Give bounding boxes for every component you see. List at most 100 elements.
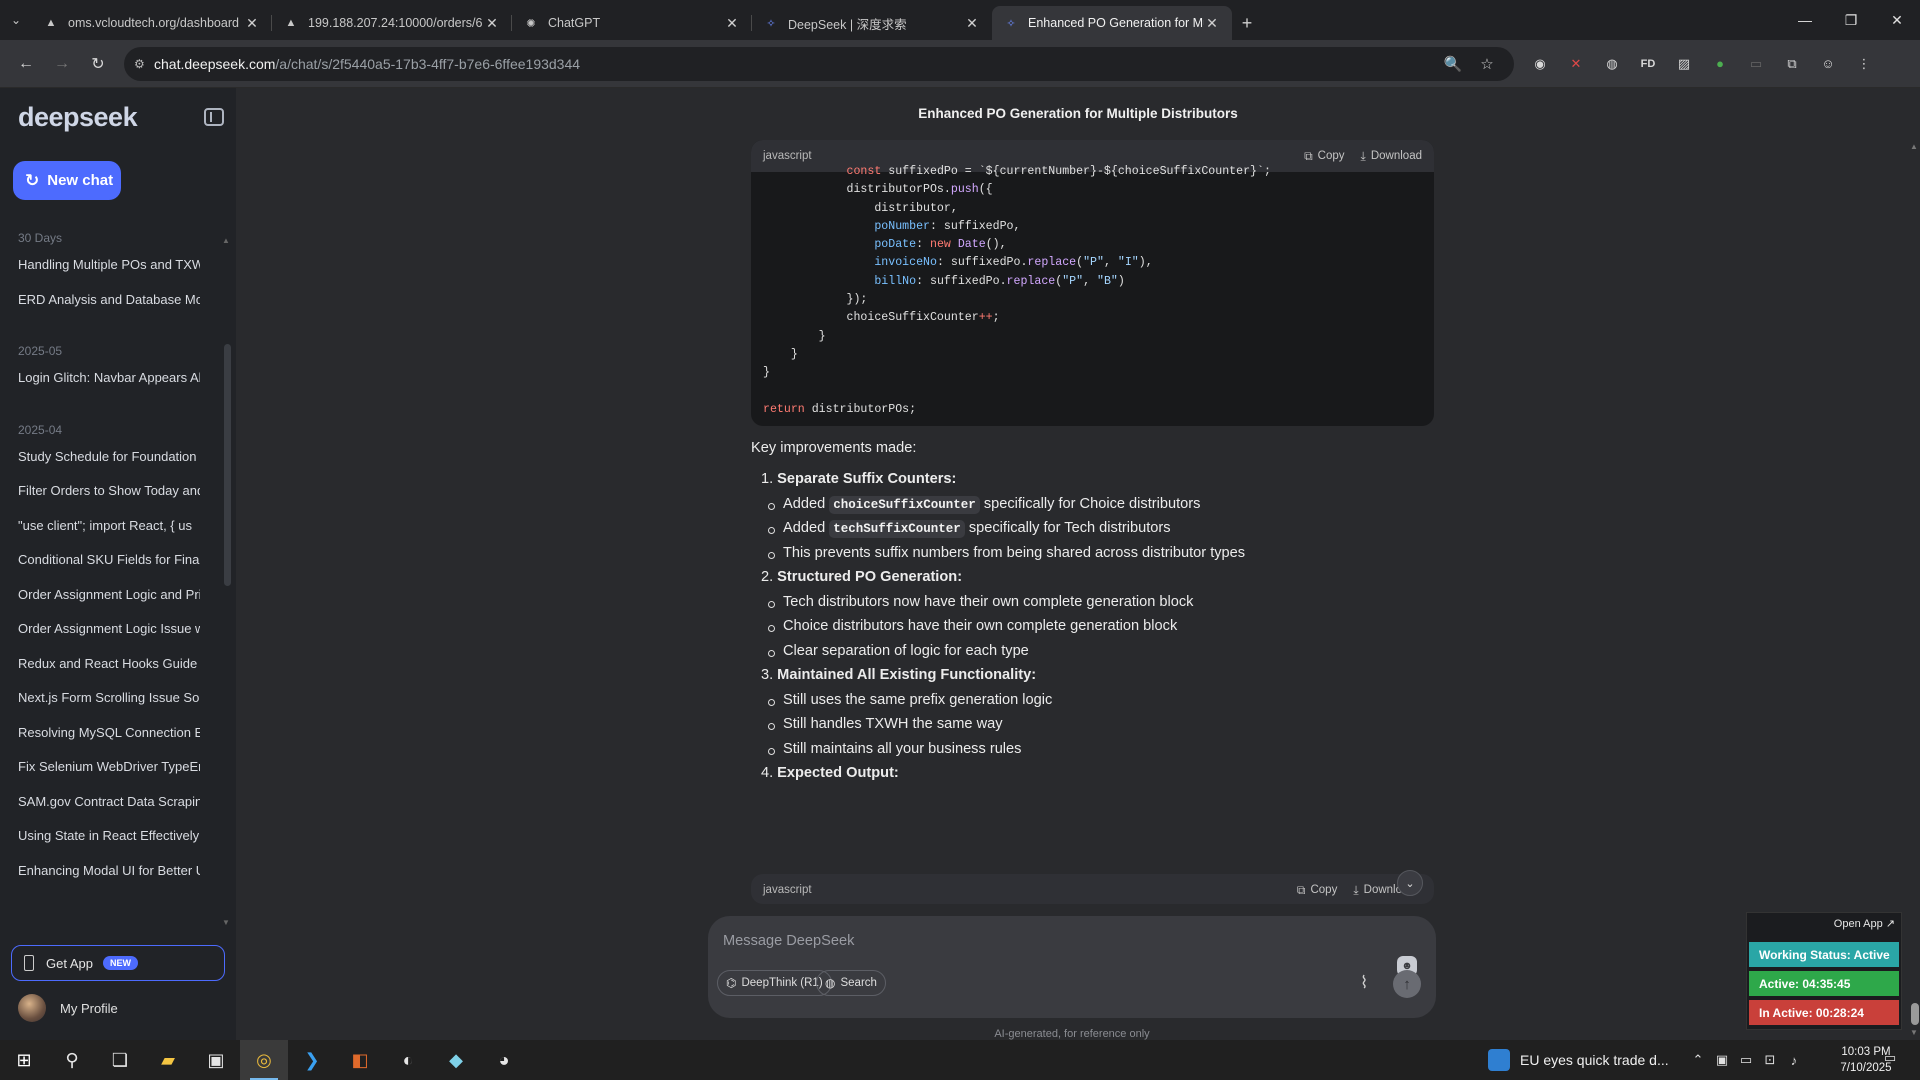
list-number: 2. xyxy=(761,569,774,585)
deepthink-label: DeepThink (R1) xyxy=(741,977,823,989)
news-headline: EU eyes quick trade d... xyxy=(1520,1052,1669,1068)
main-scrollbar-thumb[interactable] xyxy=(1911,1003,1919,1025)
app-helmet-icon[interactable]: ◕ xyxy=(480,1040,528,1080)
history-item[interactable]: SAM.gov Contract Data Scraping xyxy=(0,785,200,820)
message-input[interactable]: Message DeepSeek xyxy=(723,933,854,949)
back-icon[interactable]: ← xyxy=(8,46,44,82)
get-app-button[interactable]: Get App NEW xyxy=(11,945,225,981)
new-chat-button[interactable]: ↻ New chat xyxy=(13,161,121,200)
tab-close-icon[interactable]: ✕ xyxy=(244,15,260,32)
tray-chevron-icon[interactable]: ⌃ xyxy=(1686,1052,1710,1068)
download-code-button[interactable]: ⤓ Download xyxy=(1361,149,1422,164)
browser-tab[interactable]: ▲ 199.188.207.24:10000/orders/6 ✕ xyxy=(272,6,512,40)
search-toggle[interactable]: ◍ Search xyxy=(816,970,886,996)
extension-fd-icon[interactable]: FD xyxy=(1630,48,1666,80)
minimize-icon[interactable]: — xyxy=(1782,0,1828,40)
conversation-title: Enhanced PO Generation for Multiple Dist… xyxy=(918,106,1238,121)
app-leaf-icon[interactable]: ◐ xyxy=(384,1040,432,1080)
history-item[interactable]: Redux and React Hooks Guide w xyxy=(0,647,200,682)
list-bullet: Still maintains all your business rules xyxy=(767,741,1021,757)
sidebar-scrollbar[interactable] xyxy=(224,344,231,586)
history-item[interactable]: Next.js Form Scrolling Issue Solu xyxy=(0,681,200,716)
extensions-puzzle-icon[interactable]: ⧉ xyxy=(1774,48,1810,80)
app-diamond-icon[interactable]: ◆ xyxy=(432,1040,480,1080)
active-timer: Active: 04:35:45 xyxy=(1749,971,1899,996)
history-item[interactable]: Conditional SKU Fields for Finan xyxy=(0,543,200,578)
tray-battery-icon[interactable]: ▭ xyxy=(1734,1052,1758,1068)
news-widget[interactable]: EU eyes quick trade d... xyxy=(1488,1040,1669,1080)
history-item[interactable]: Study Schedule for Foundation U xyxy=(0,440,200,475)
attach-paperclip-icon[interactable]: ⌇ xyxy=(1360,973,1368,993)
history-item[interactable]: "use client"; import React, { us xyxy=(0,509,200,544)
list-bullet: Choice distributors have their own compl… xyxy=(767,618,1177,634)
history-item[interactable]: Order Assignment Logic and Pri xyxy=(0,578,200,613)
browser-menu-icon[interactable]: ⋮ xyxy=(1846,48,1882,80)
extension-screen-icon[interactable]: ▭ xyxy=(1738,48,1774,80)
main-scroll-down-icon[interactable]: ▼ xyxy=(1910,1028,1918,1037)
windows-start-icon[interactable]: ⊞ xyxy=(0,1040,48,1080)
browser-tab[interactable]: ✧ DeepSeek | 深度求索 ✕ xyxy=(752,6,992,40)
extension-eye-icon[interactable]: ◉ xyxy=(1522,48,1558,80)
zoom-app-icon[interactable]: ◧ xyxy=(336,1040,384,1080)
zoom-icon[interactable]: 🔍 xyxy=(1436,55,1470,73)
history-item[interactable]: ERD Analysis and Database Mod xyxy=(0,283,200,318)
sidebar-scroll-down-icon[interactable]: ▼ xyxy=(222,918,230,927)
tray-app-icon[interactable]: ▣ xyxy=(1710,1052,1734,1068)
browser-tab[interactable]: ✺ ChatGPT ✕ xyxy=(512,6,752,40)
history-group-label: 30 Days xyxy=(18,231,63,245)
sidebar-collapse-icon[interactable] xyxy=(204,108,224,126)
main-scroll-up-icon[interactable]: ▲ xyxy=(1910,142,1918,151)
scroll-to-bottom-button[interactable]: ⌄ xyxy=(1397,870,1423,896)
tab-close-icon[interactable]: ✕ xyxy=(1204,15,1220,32)
bookmark-star-icon[interactable]: ☆ xyxy=(1470,55,1504,73)
tray-network-icon[interactable]: ⊡ xyxy=(1758,1052,1782,1068)
browser-tab[interactable]: ▲ oms.vcloudtech.org/dashboard ✕ xyxy=(32,6,272,40)
tab-label: oms.vcloudtech.org/dashboard xyxy=(68,16,239,30)
store-icon[interactable]: ▣ xyxy=(192,1040,240,1080)
tray-volume-icon[interactable]: ♪ xyxy=(1782,1053,1806,1068)
tab-close-icon[interactable]: ✕ xyxy=(484,15,500,32)
extension-green-icon[interactable]: ● xyxy=(1702,48,1738,80)
reload-icon[interactable]: ↻ xyxy=(80,46,116,82)
history-item[interactable]: Using State in React Effectively xyxy=(0,819,200,854)
send-button[interactable]: ↑ xyxy=(1393,970,1421,998)
open-app-link[interactable]: Open App ↗ xyxy=(1834,917,1895,930)
extension-image-icon[interactable]: ▨ xyxy=(1666,48,1702,80)
history-item[interactable]: Handling Multiple POs and TXW xyxy=(0,248,200,283)
tab-close-icon[interactable]: ✕ xyxy=(964,15,980,32)
profile-avatar-icon[interactable]: ☺ xyxy=(1810,48,1846,80)
file-explorer-icon[interactable]: ▰ xyxy=(144,1040,192,1080)
new-tab-button[interactable]: + xyxy=(1232,6,1262,40)
chrome-icon[interactable]: ◎ xyxy=(240,1040,288,1080)
address-bar[interactable]: ⚙ chat.deepseek.com/a/chat/s/2f5440a5-17… xyxy=(124,46,1514,81)
history-item[interactable]: Order Assignment Logic Issue w xyxy=(0,612,200,647)
notification-icon[interactable]: ▭ xyxy=(1880,1050,1900,1070)
history-item[interactable]: Resolving MySQL Connection Er xyxy=(0,716,200,751)
my-profile-button[interactable]: My Profile xyxy=(18,994,118,1022)
download-code-button-2[interactable]: ⤓ Downlo xyxy=(1353,883,1402,898)
history-item[interactable]: Enhancing Modal UI for Better U xyxy=(0,854,200,889)
restore-icon[interactable]: ❐ xyxy=(1828,0,1874,40)
history-item[interactable]: Login Glitch: Navbar Appears Ab xyxy=(0,361,200,396)
task-view-icon[interactable]: ❏ xyxy=(96,1040,144,1080)
deepthink-toggle[interactable]: ⌬ DeepThink (R1) xyxy=(717,970,832,996)
vscode-icon[interactable]: ❯ xyxy=(288,1040,336,1080)
tab-list: ▲ oms.vcloudtech.org/dashboard ✕ ▲ 199.188.2… xyxy=(32,6,1232,40)
forward-icon[interactable]: → xyxy=(44,46,80,82)
tab-search-icon[interactable]: ⌄ xyxy=(0,0,32,40)
history-item[interactable]: Fix Selenium WebDriver TypeErr xyxy=(0,750,200,785)
browser-toolbar: ← → ↻ ⚙ chat.deepseek.com/a/chat/s/2f544… xyxy=(0,40,1920,88)
browser-tab[interactable]: ✧ Enhanced PO Generation for Mu ✕ xyxy=(992,6,1232,40)
list-item: 3. Maintained All Existing Functionality: xyxy=(761,667,1036,683)
download-icon: ⤓ xyxy=(1353,882,1359,897)
copy-code-button-2[interactable]: ⧉ Copy xyxy=(1297,883,1337,898)
search-icon[interactable]: ⚲ xyxy=(48,1040,96,1080)
history-item[interactable]: Filter Orders to Show Today and xyxy=(0,474,200,509)
site-info-icon[interactable]: ⚙ xyxy=(134,57,154,71)
close-window-icon[interactable]: ✕ xyxy=(1874,0,1920,40)
copy-code-button[interactable]: ⧉ Copy xyxy=(1304,149,1344,164)
tab-close-icon[interactable]: ✕ xyxy=(724,15,740,32)
tab-label: 199.188.207.24:10000/orders/6 xyxy=(308,16,483,30)
extension-x-icon[interactable]: ✕ xyxy=(1558,48,1594,80)
extension-globe-icon[interactable]: ◍ xyxy=(1594,48,1630,80)
